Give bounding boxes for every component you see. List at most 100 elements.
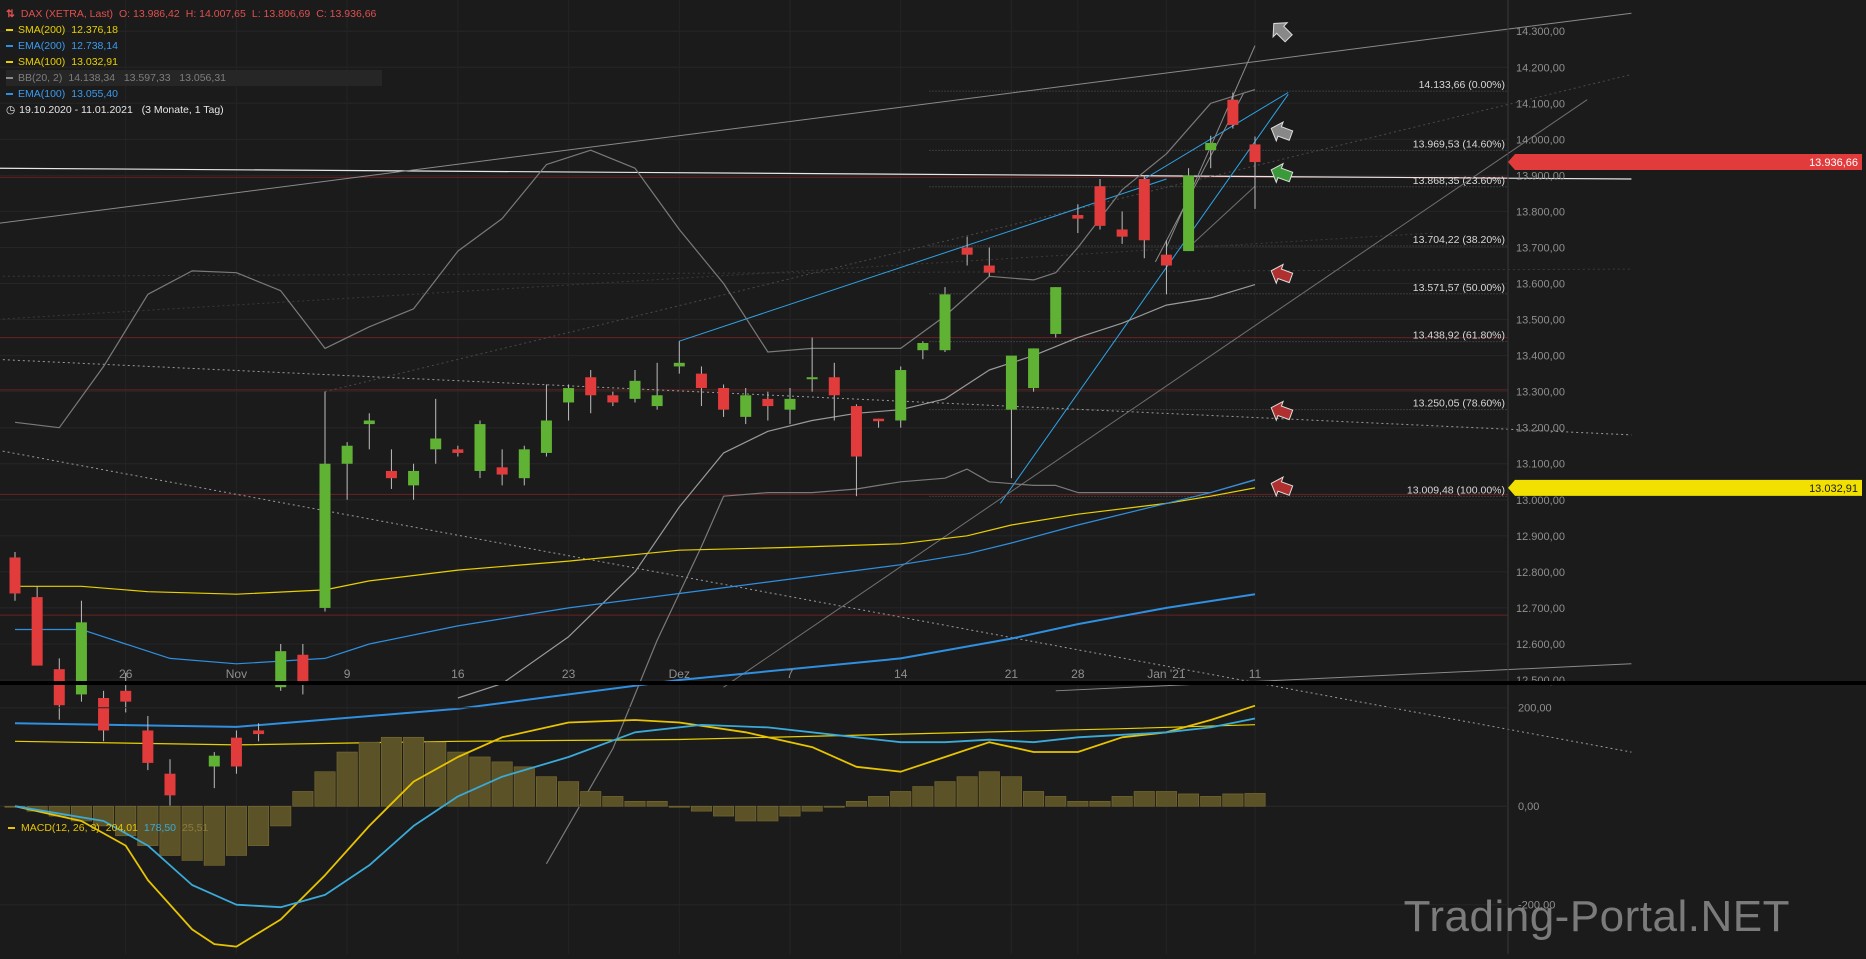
candle-body [385,470,397,479]
candle-body [363,420,375,425]
bb-label: BB(20, 2) [18,72,63,84]
candle-body [120,690,132,702]
price-chart[interactable]: 14.133,66 (0.00%) 13.969,53 (14.60%) 13.86… [0,0,1866,954]
candle-body [1138,178,1150,241]
macd-histogram-bar [823,805,845,808]
sma100-swatch [6,61,13,63]
macd-histogram-bar [1178,793,1200,807]
candle-body [452,449,464,453]
legend-ema200[interactable]: EMA(200) 12.738,14 [6,38,382,54]
macd-histogram-bar [358,741,380,807]
candle-body [474,424,486,471]
fibonacci-label: 13.438,92 (61.80%) [1413,330,1505,342]
y-tick-label: 13.600,00 [1516,279,1565,291]
candle-body [540,420,552,453]
candle-body [230,737,242,767]
x-tick-label: 21 [1005,667,1019,681]
sma100-value: 13.032,91 [71,56,118,68]
macd-histogram-bar [779,805,801,817]
y-tick-label: 14.300,00 [1516,26,1565,38]
candle-body [629,380,641,399]
y-tick-label: 12.700,00 [1516,603,1565,615]
x-tick-label: 7 [787,667,794,681]
macd-histogram-bar [270,805,292,827]
macd-histogram-bar [314,771,336,807]
macd-histogram-bar [1111,796,1133,807]
macd-histogram-bar [1200,796,1222,807]
legend-sma100[interactable]: SMA(100) 13.032,91 [6,54,382,70]
candle-body [98,698,110,731]
macd-value: 204,01 [105,822,138,834]
logo-icon: ⇅ [6,8,15,20]
bb-value: 14.138,34 13.597,33 13.056,31 [68,72,226,84]
y-tick-label: 12.800,00 [1516,567,1565,579]
fibonacci-label: 13.868,35 (23.60%) [1413,175,1505,187]
candle-body [784,398,796,410]
candle-body [319,463,331,608]
x-tick-label: 11 [1249,667,1262,681]
candle-body [253,730,265,735]
last-price-badge-text: 13.936,66 [1809,157,1858,169]
y-tick-label: 12.900,00 [1516,531,1565,543]
macd-histogram-bar [248,805,270,846]
last-price-badge: 13.936,66 [1508,154,1862,171]
x-tick-label: 26 [119,667,133,681]
candle-body [1028,348,1040,389]
chart-root: 14.133,66 (0.00%) 13.969,53 (14.60%) 13.86… [0,0,1866,954]
sma200-value: 12.376,18 [71,24,118,36]
candle-body [142,730,154,763]
close-value: C: 13.936,66 [316,8,377,20]
candle-body [1050,287,1062,334]
candle-body [873,418,885,422]
candle-body [297,654,309,684]
candle-body [53,669,65,706]
ema100-value: 13.055,40 [71,88,118,100]
fibonacci-label: 13.250,05 (78.60%) [1413,398,1505,410]
macd-swatch [8,827,15,829]
macd-histogram-bar [1222,793,1244,807]
candle-body [895,370,907,421]
candle-body [1249,144,1261,163]
fibonacci-label: 13.969,53 (14.60%) [1413,138,1505,150]
macd-histogram-bar [1000,776,1022,807]
macd-signal-value: 178,50 [143,822,177,834]
ema200-label: EMA(200) [18,40,66,52]
candle-body [961,247,973,255]
candle-body [496,467,508,475]
ema100-label: EMA(100) [18,88,66,100]
open-value: O: 13.986,42 [119,8,180,20]
sma100-label: SMA(100) [18,56,66,68]
macd-y-tick-label: 200,00 [1518,703,1552,715]
legend-ema100[interactable]: EMA(100) 13.055,40 [6,86,382,102]
y-tick-label: 13.300,00 [1516,387,1565,399]
macd-histogram-bar [757,805,779,822]
macd-histogram-value: 25,51 [182,822,209,834]
x-tick-label: 28 [1071,667,1085,681]
macd-histogram-bar [668,805,690,808]
macd-histogram-bar [713,805,735,817]
macd-histogram-bar [1244,793,1266,807]
candle-body [1205,142,1217,151]
legend-sma200[interactable]: SMA(200) 12.376,18 [6,22,382,38]
clock-icon: ◷ [6,104,16,116]
y-tick-label: 14.200,00 [1516,62,1565,74]
x-tick-label: Jan '21 [1147,667,1186,681]
macd-histogram-bar [690,805,712,812]
candle-body [1227,99,1239,125]
candle-body [585,377,597,396]
macd-histogram-bar [336,751,358,807]
x-tick-label: 14 [894,667,908,681]
y-tick-label: 14.100,00 [1516,98,1565,110]
macd-histogram-bar [890,791,912,807]
y-tick-label: 13.100,00 [1516,459,1565,471]
symbol-name: DAX (XETRA, Last) [20,8,114,20]
macd-histogram-bar [845,800,867,807]
candle-body [983,265,995,273]
sma200-label: SMA(200) [18,24,66,36]
legend-bb[interactable]: BB(20, 2) 14.138,34 13.597,33 13.056,31 [6,70,383,86]
macd-histogram-bar [956,776,978,807]
macd-histogram-bar [912,786,934,807]
macd-label: MACD(12, 26, 9) [21,822,100,834]
ema200-swatch [6,45,13,47]
macd-histogram-bar [1155,791,1177,807]
